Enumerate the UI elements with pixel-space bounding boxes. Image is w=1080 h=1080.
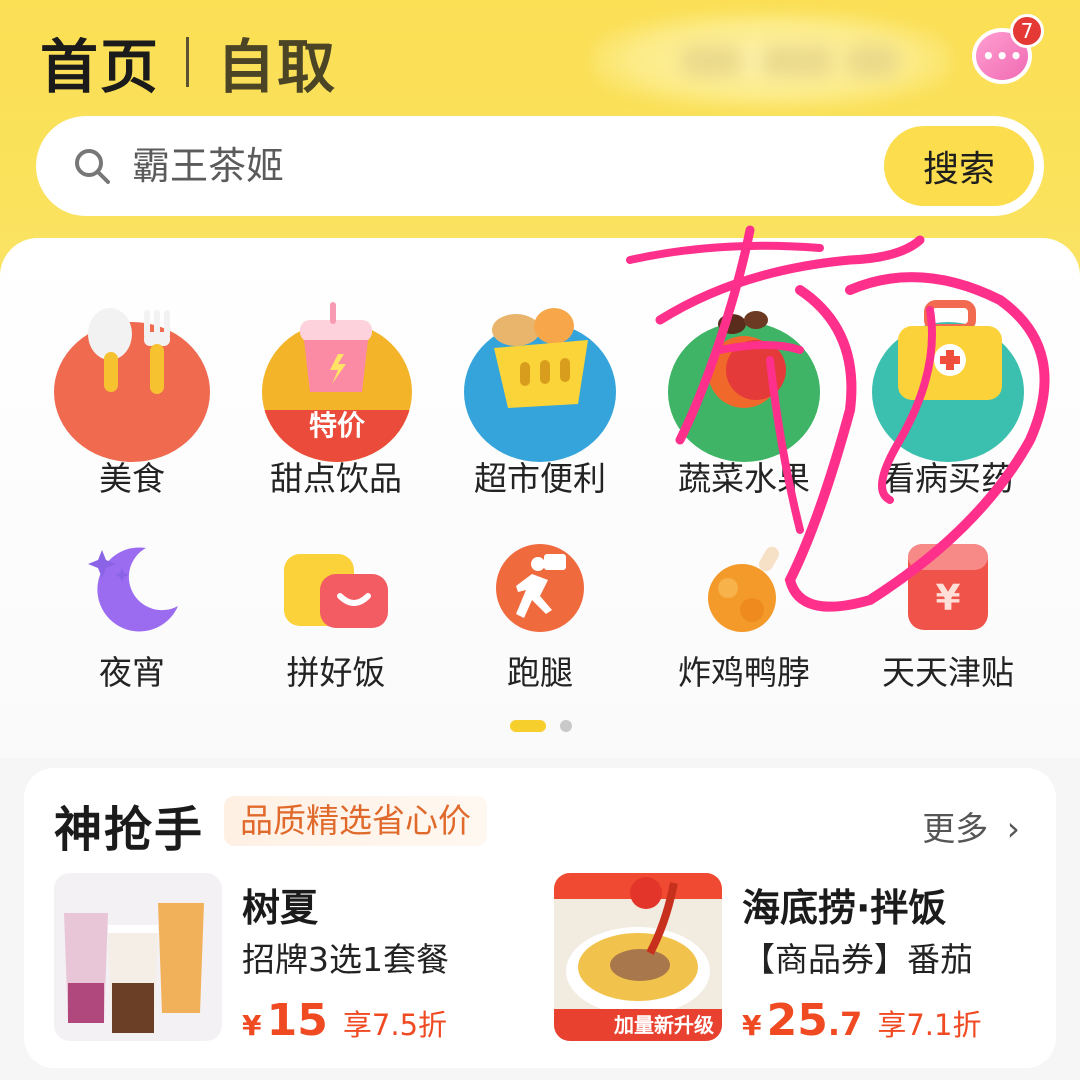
category-food[interactable]: 美食 <box>32 300 232 500</box>
deal-image-rice-bowl: 加量新升级 <box>554 873 722 1041</box>
special-price-badge: 特价 <box>308 409 365 442</box>
cutlery-icon <box>88 308 170 394</box>
deal-image-drinks <box>54 873 222 1041</box>
section-tag: 品质精选省心价 <box>224 796 487 846</box>
moon-icon <box>88 547 178 632</box>
category-medicine[interactable]: 看病买药 <box>848 300 1048 500</box>
category-label: 拼好饭 <box>286 653 386 692</box>
category-late-night[interactable]: 夜宵 <box>32 540 232 700</box>
category-daily-subsidy[interactable]: ¥ 天天津贴 <box>848 540 1048 700</box>
deal-image-caption: 加量新升级 <box>614 1013 714 1037</box>
category-label: 炸鸡鸭脖 <box>678 653 810 692</box>
search-bar[interactable]: 霸王茶姬 搜索 <box>36 116 1044 216</box>
message-count-badge: 7 <box>1010 14 1044 48</box>
category-label: 看病买药 <box>882 459 1014 498</box>
deal-price: ¥ 15 享7.5折 <box>242 995 448 1046</box>
deal-price: ¥ 25.7 享7.1折 <box>742 995 982 1046</box>
category-label: 蔬菜水果 <box>678 459 810 498</box>
category-label: 天天津贴 <box>882 653 1014 692</box>
flash-deals-card: 神抢手 品质精选省心价 更多 › 树夏 招牌3选1套餐 ¥ 15 享7.5折 加… <box>24 768 1056 1068</box>
category-vegetables-fruits[interactable]: 蔬菜水果 <box>644 300 844 500</box>
runner-icon <box>496 544 584 632</box>
blurred-address[interactable] <box>592 12 952 108</box>
top-tabs: 首页 自取 <box>40 22 337 102</box>
section-title: 神抢手 <box>54 802 205 858</box>
category-supermarket[interactable]: 超市便利 <box>440 300 640 500</box>
page-indicator <box>510 720 572 732</box>
category-label: 甜点饮品 <box>270 459 402 498</box>
deal-shop-name: 树夏 <box>242 886 319 930</box>
shopping-basket-icon <box>492 308 588 408</box>
bowls-icon <box>284 554 388 628</box>
category-label: 超市便利 <box>474 459 606 498</box>
deal-discount: 享7.5折 <box>342 1008 448 1042</box>
category-errand[interactable]: 跑腿 <box>440 540 640 700</box>
category-label: 跑腿 <box>507 653 573 692</box>
deal-description: 招牌3选1套餐 <box>242 940 449 979</box>
search-icon <box>75 149 110 184</box>
milk-tea-cups-icon <box>64 903 204 1033</box>
page-dot <box>560 720 572 732</box>
tab-pickup[interactable]: 自取 <box>217 20 337 104</box>
search-button[interactable]: 搜索 <box>884 126 1034 206</box>
fried-chicken-icon <box>708 546 779 632</box>
search-input[interactable]: 霸王茶姬 <box>132 136 284 196</box>
medicine-box-icon <box>898 300 1002 400</box>
category-group-meal[interactable]: 拼好饭 <box>236 540 436 700</box>
deal-discount: 享7.1折 <box>877 1008 982 1042</box>
category-label: 美食 <box>99 459 165 498</box>
deal-description: 【商品券】番茄 <box>742 940 973 979</box>
more-link[interactable]: 更多 › <box>922 802 1020 850</box>
page-dot-active <box>510 720 546 732</box>
category-dessert-drinks[interactable]: 特价 甜点饮品 <box>236 300 436 500</box>
tab-divider <box>186 37 190 87</box>
message-button[interactable]: ••• 7 <box>972 14 1044 88</box>
drink-cup-icon <box>300 302 372 392</box>
apple-icon <box>708 311 786 408</box>
category-label: 夜宵 <box>99 653 165 692</box>
red-envelope-icon: ¥ <box>908 544 988 630</box>
category-fried-chicken[interactable]: 炸鸡鸭脖 <box>644 540 844 700</box>
deal-shop-name: 海底捞·拌饭 <box>742 886 947 930</box>
svg-text:¥: ¥ <box>935 578 960 619</box>
tab-home[interactable]: 首页 <box>40 20 160 104</box>
more-label: 更多 <box>922 809 989 848</box>
chevron-right-icon: › <box>1006 809 1020 848</box>
